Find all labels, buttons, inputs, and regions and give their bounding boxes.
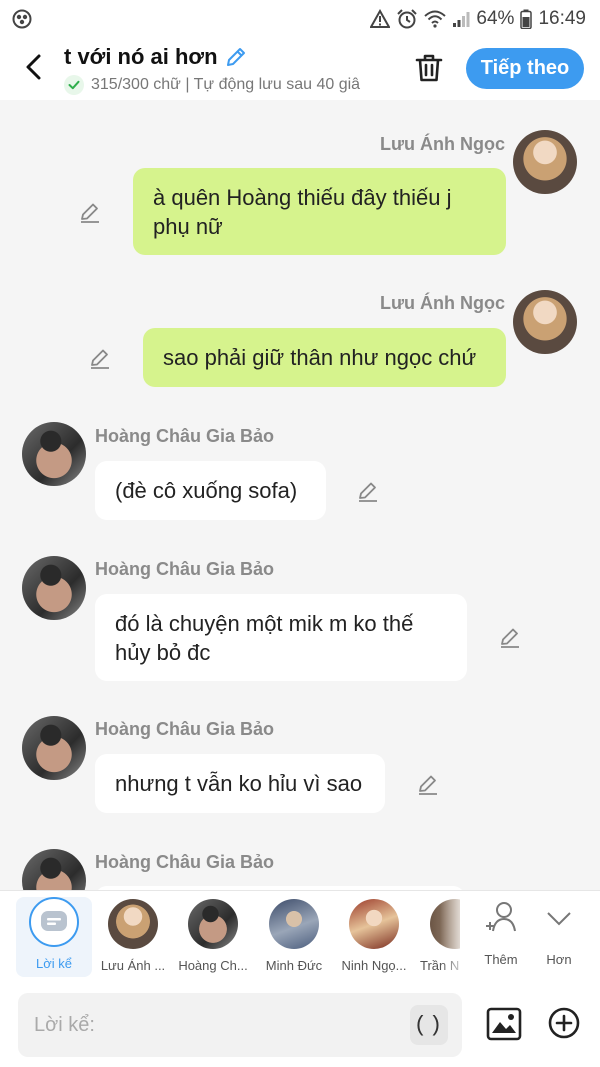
chevron-left-icon (26, 54, 41, 80)
chat-area[interactable]: Lưu Ánh Ngọc à quên Hoàng thiếu đây thiế… (0, 100, 600, 890)
message-bubble[interactable]: (đè cô xuống sofa) (95, 461, 326, 520)
avatar[interactable] (513, 290, 577, 354)
edit-message-icon[interactable] (78, 200, 102, 224)
add-label: Thêm (484, 952, 518, 967)
next-button[interactable]: Tiếp theo (466, 48, 584, 89)
character-selector: Lời kể Lưu Ánh ... Hoàng Ch... Minh Đức … (0, 890, 600, 986)
delete-button[interactable] (414, 52, 444, 84)
edit-message-icon[interactable] (356, 479, 380, 503)
add-person-icon (486, 902, 516, 932)
clock: 16:49 (538, 8, 586, 29)
avatar[interactable] (513, 130, 577, 194)
alarm-icon (396, 9, 418, 29)
trash-icon (415, 54, 443, 82)
avatar (108, 899, 158, 949)
avatar (269, 899, 319, 949)
message-input[interactable] (34, 993, 394, 1057)
cell-signal-icon (452, 10, 470, 28)
plus-circle-icon (548, 1007, 580, 1039)
avatar[interactable] (22, 849, 86, 890)
avatar (188, 899, 238, 949)
save-status: 315/300 chữ | Tự động lưu sau 40 giâ (64, 75, 404, 95)
message-sender: Lưu Ánh Ngọc (379, 293, 505, 313)
message-bubble[interactable]: đó là chuyện một mik m ko thế hủy bỏ đc (95, 594, 467, 681)
title-text: t với nó ai hơn (64, 44, 218, 69)
message-sender: Hoàng Châu Gia Bảo (95, 426, 275, 446)
avatar[interactable] (22, 716, 86, 780)
edit-message-icon[interactable] (88, 346, 112, 370)
back-button[interactable] (18, 50, 48, 84)
edit-message-icon[interactable] (498, 625, 522, 649)
more-label: Hơn (546, 952, 572, 967)
message-input-box[interactable]: () (18, 993, 462, 1057)
character-luu-anh-ngoc[interactable]: Lưu Ánh ... (95, 899, 171, 973)
message-sender: Hoàng Châu Gia Bảo (95, 719, 275, 739)
character-label: Hoàng Ch... (178, 958, 248, 973)
character-narration[interactable]: Lời kể (16, 897, 92, 977)
insert-image-button[interactable] (486, 1007, 522, 1043)
character-label: Minh Đức (265, 958, 323, 973)
edit-title-icon[interactable] (224, 45, 248, 69)
character-ninh-ngoc[interactable]: Ninh Ngọ... (336, 899, 412, 973)
character-minh-duc[interactable]: Minh Đức (256, 899, 332, 973)
more-button[interactable]: Hơn (531, 899, 587, 967)
signal-warning-icon (370, 9, 391, 29)
composer: () (0, 985, 600, 1067)
avatar (349, 899, 399, 949)
message-bubble[interactable]: sao phải giữ thân như ngọc chứ (143, 328, 506, 387)
avatar[interactable] (22, 422, 86, 486)
message-sender: Hoàng Châu Gia Bảo (95, 852, 275, 872)
message-bubble[interactable]: nhưng t vẫn ko hỉu vì sao (95, 754, 385, 813)
message-bubble[interactable]: à quên Hoàng thiếu đây thiếu j phụ nữ (133, 168, 506, 255)
battery-percent: 64% (476, 8, 515, 29)
chevron-down-icon (547, 912, 571, 926)
wifi-icon (424, 10, 447, 28)
image-icon (486, 1007, 522, 1041)
character-hoang-chau-gia-bao[interactable]: Hoàng Ch... (175, 899, 251, 973)
message-sender: Hoàng Châu Gia Bảo (95, 559, 275, 579)
story-title[interactable]: t với nó ai hơn (64, 44, 404, 70)
word-count-autosave: 315/300 chữ | Tự động lưu sau 40 giâ (91, 76, 361, 93)
parenthesis-button[interactable]: () (410, 1005, 448, 1045)
status-bar: 64% 16:49 (0, 0, 600, 38)
battery-icon (520, 9, 533, 29)
story-header: t với nó ai hơn 315/300 chữ | Tự động lư… (0, 38, 600, 100)
character-label: Lời kể (36, 956, 72, 971)
narration-icon (41, 911, 67, 931)
avatar[interactable] (22, 556, 86, 620)
character-label: Lưu Ánh ... (100, 958, 166, 973)
add-character-button[interactable]: Thêm (473, 899, 529, 967)
app-notification-icon (12, 9, 32, 29)
saved-check-icon (64, 75, 84, 95)
message-sender: Lưu Ánh Ngọc (379, 134, 505, 154)
add-button[interactable] (548, 1007, 580, 1039)
edit-message-icon[interactable] (416, 772, 440, 796)
character-label: Ninh Ngọ... (341, 958, 407, 973)
